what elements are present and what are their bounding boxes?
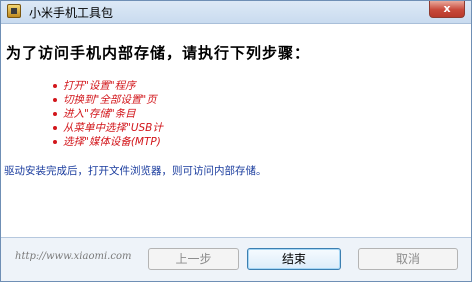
step-item: 选择"媒体设备(MTP)	[53, 135, 163, 149]
close-button[interactable]: x	[429, 1, 465, 18]
step-item: 从菜单中选择"USB计	[53, 121, 163, 135]
step-text: 从菜单中选择"USB计	[63, 122, 163, 134]
step-text: 选择"媒体设备(MTP)	[63, 136, 161, 148]
bullet-icon	[53, 112, 57, 116]
steps-list: 打开"设置"程序 切换到"全部设置"页 进入"存储"条目 从菜单中选择"USB计…	[53, 79, 163, 149]
driver-note: 驱动安装完成后，打开文件浏览器，则可访问内部存储。	[4, 165, 267, 177]
app-icon	[7, 4, 21, 18]
title-bar[interactable]: 小米手机工具包 x	[1, 1, 471, 24]
step-text: 切换到"全部设置"页	[63, 94, 157, 106]
step-item: 进入"存储"条目	[53, 107, 163, 121]
step-item: 切换到"全部设置"页	[53, 93, 163, 107]
footer-bar: http://www.xiaomi.com 上一步 结束 取消	[1, 238, 471, 281]
finish-button[interactable]: 结束	[247, 248, 341, 270]
cancel-button[interactable]: 取消	[358, 248, 458, 270]
bullet-icon	[53, 84, 57, 88]
app-window: 小米手机工具包 x 为了访问手机内部存储，请执行下列步骤： 打开"设置"程序 切…	[0, 0, 472, 282]
step-item: 打开"设置"程序	[53, 79, 163, 93]
bullet-icon	[53, 140, 57, 144]
bullet-icon	[53, 98, 57, 102]
step-text: 打开"设置"程序	[63, 80, 136, 92]
window-title: 小米手机工具包	[29, 6, 114, 20]
website-url: http://www.xiaomi.com	[15, 251, 132, 262]
step-text: 进入"存储"条目	[63, 108, 136, 120]
instructions-panel: 为了访问手机内部存储，请执行下列步骤： 打开"设置"程序 切换到"全部设置"页 …	[1, 24, 471, 237]
close-icon: x	[443, 2, 451, 15]
instructions-heading: 为了访问手机内部存储，请执行下列步骤：	[6, 44, 311, 62]
bullet-icon	[53, 126, 57, 130]
previous-step-button[interactable]: 上一步	[148, 248, 239, 270]
